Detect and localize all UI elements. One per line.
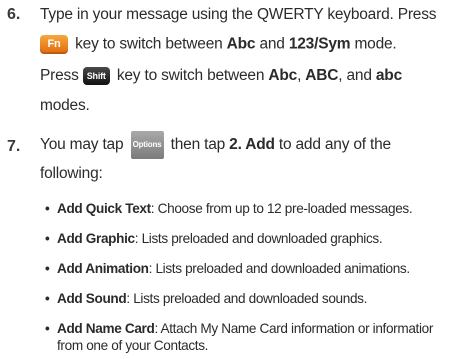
bullet-term: Add Name Card bbox=[57, 321, 155, 336]
list-item: • Add Name Card: Attach My Name Card info… bbox=[45, 321, 433, 336]
text: Type in your message using the QWERTY ke… bbox=[40, 6, 437, 23]
list-item: • Add Quick Text: Choose from up to 12 pr… bbox=[45, 201, 413, 216]
mode-abc: Abc bbox=[268, 67, 298, 85]
text: then tap bbox=[166, 136, 230, 154]
step-text-line: following: bbox=[40, 165, 103, 183]
mode-abc-upper: ABC bbox=[305, 67, 339, 85]
list-item: • Add Sound: Lists preloaded and download… bbox=[45, 291, 367, 306]
step-text-line: Press Shift key to switch between Abc, A… bbox=[40, 67, 402, 85]
text: You may tap bbox=[40, 136, 128, 154]
text: mode. bbox=[350, 35, 397, 53]
mode-sym: 123/Sym bbox=[288, 35, 351, 53]
mode-abc-lower: abc bbox=[375, 67, 402, 85]
text: modes. bbox=[40, 97, 90, 114]
text: key to switch between bbox=[71, 35, 227, 53]
step-text-line: modes. bbox=[40, 97, 90, 115]
mode-abc: Abc bbox=[226, 35, 256, 53]
list-item: • Add Graphic: Lists preloaded and downlo… bbox=[45, 231, 383, 246]
bullet-desc: : Lists preloaded and downloaded animati… bbox=[148, 261, 411, 276]
shift-key-icon: Shift bbox=[82, 67, 110, 85]
bullet-desc: : Attach My Name Card information or inf… bbox=[154, 321, 434, 336]
options-key-icon: Options bbox=[130, 131, 164, 159]
fn-key-icon: Fn bbox=[40, 35, 68, 54]
step-text-line: You may tap Options then tap 2. Add to a… bbox=[40, 131, 391, 159]
bullet-term: Add Quick Text bbox=[57, 201, 151, 216]
text: , and bbox=[338, 67, 376, 85]
bullet-term: Add Animation bbox=[57, 261, 149, 276]
bullet-icon: • bbox=[45, 261, 50, 276]
bullet-icon: • bbox=[45, 321, 50, 336]
bullet-desc: : Lists preloaded and downloaded graphic… bbox=[134, 231, 383, 246]
step-number: 7. bbox=[7, 138, 21, 155]
text: key to switch between bbox=[112, 67, 269, 85]
bullet-desc: : Lists preloaded and downloaded sounds. bbox=[126, 291, 368, 306]
step-number: 6. bbox=[7, 6, 21, 23]
text: Press bbox=[40, 67, 79, 85]
list-item: • Add Animation: Lists preloaded and down… bbox=[45, 261, 410, 276]
bullet-term: Add Graphic bbox=[57, 231, 135, 246]
text: to add any of the bbox=[274, 136, 391, 154]
text: following: bbox=[40, 165, 103, 182]
text: and bbox=[255, 35, 289, 53]
bullet-desc: : Choose from up to 12 pre-loaded messag… bbox=[150, 201, 413, 216]
bullet-icon: • bbox=[45, 231, 50, 246]
list-item-continuation: from one of your Contacts. bbox=[57, 338, 209, 353]
add-option: 2. Add bbox=[229, 136, 275, 154]
bullet-term: Add Sound bbox=[57, 291, 127, 306]
bullet-icon: • bbox=[45, 291, 50, 306]
step-text-line: Fn key to switch between Abc and 123/Sym… bbox=[40, 35, 397, 54]
bullet-icon: • bbox=[45, 201, 50, 216]
step-text-line: Type in your message using the QWERTY ke… bbox=[40, 6, 437, 24]
